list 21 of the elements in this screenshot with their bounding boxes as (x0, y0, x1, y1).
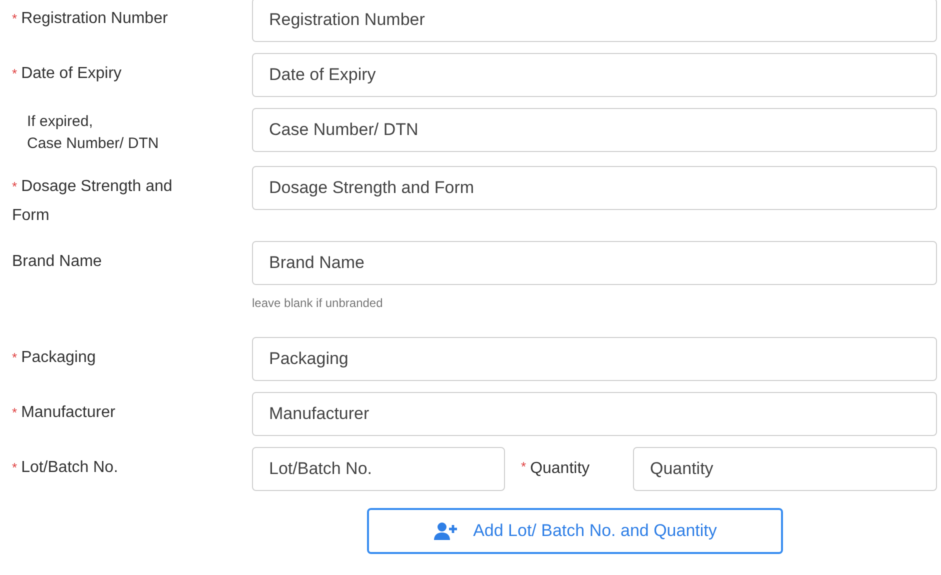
input-field[interactable]: Dosage Strength and Form (252, 166, 937, 210)
input-field[interactable]: Brand Name (252, 241, 937, 285)
add-user-icon (433, 522, 460, 540)
input-field[interactable]: Case Number/ DTN (252, 108, 937, 152)
field-label: * Manufacturer (12, 403, 116, 423)
field-label: * Registration Number (12, 9, 169, 29)
input-field[interactable]: Packaging (252, 337, 937, 381)
field-label: Brand Name (12, 252, 103, 272)
input-field[interactable]: Registration Number (252, 0, 937, 42)
field-label: * Lot/Batch No. (12, 458, 120, 478)
field-label: * Date of Expiry (12, 64, 123, 84)
field-label: * Quantity (520, 458, 591, 479)
field-label: * Packaging (12, 348, 97, 368)
field-label: If expired, Case Number/ DTN (26, 112, 160, 154)
field-label: * Dosage Strength and Form (12, 177, 174, 226)
input-field[interactable]: Manufacturer (252, 392, 937, 436)
input-field[interactable]: Lot/Batch No. (252, 447, 505, 491)
input-field[interactable]: Date of Expiry (252, 53, 937, 97)
input-field[interactable]: Quantity (633, 447, 937, 491)
hint-text: leave blank if unbranded (252, 295, 384, 312)
add-button[interactable]: Add Lot/ Batch No. and Quantity (367, 508, 783, 554)
